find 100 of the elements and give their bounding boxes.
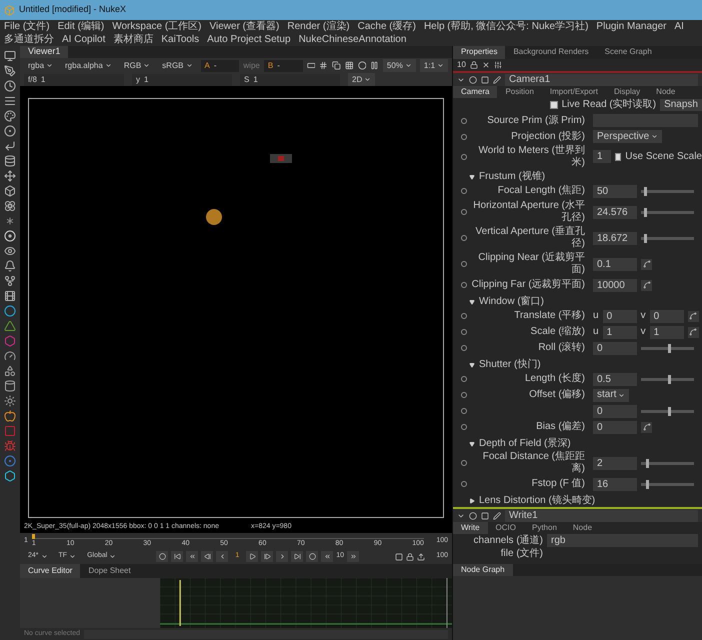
cylinder-icon[interactable] <box>4 380 16 392</box>
menu-item[interactable]: Edit (编辑) <box>58 20 104 33</box>
menu-item[interactable]: File (文件) <box>4 20 50 33</box>
bell-icon[interactable] <box>4 260 16 272</box>
curve-button[interactable] <box>641 280 652 291</box>
disclosure-icon[interactable] <box>469 498 475 504</box>
checkbox[interactable] <box>615 152 622 161</box>
sliders-icon[interactable] <box>494 61 502 70</box>
playback-button[interactable] <box>306 551 318 562</box>
copy-icon[interactable] <box>332 61 341 70</box>
node-name-field[interactable]: Camera1 <box>505 74 698 86</box>
tab[interactable]: Python <box>524 522 565 534</box>
tab[interactable]: Properties <box>453 46 506 59</box>
animation-menu-icon[interactable] <box>461 392 467 398</box>
dropdown[interactable]: 50% <box>382 59 416 72</box>
slider-thumb[interactable] <box>644 208 647 217</box>
node-name-field[interactable]: Write1 <box>505 510 698 522</box>
input-field[interactable]: A - <box>200 60 240 72</box>
disc-icon[interactable] <box>4 230 16 242</box>
input-field[interactable]: f/8 1 <box>24 74 124 86</box>
tab[interactable]: Import/Export <box>542 86 606 98</box>
slider-thumb[interactable] <box>668 406 670 416</box>
input-field[interactable]: 50 <box>593 184 637 198</box>
pen-icon[interactable] <box>493 512 501 520</box>
input-field[interactable]: 0.1 <box>593 258 637 271</box>
animation-menu-icon[interactable] <box>461 376 467 382</box>
disclosure-icon[interactable] <box>469 174 475 180</box>
tab[interactable]: Camera <box>453 86 498 98</box>
asterisk-icon[interactable] <box>4 215 16 227</box>
dropdown[interactable]: rgba.alpha <box>61 59 116 72</box>
input-field[interactable]: 0.5 <box>593 372 637 386</box>
tab[interactable]: Node <box>648 86 684 98</box>
animation-menu-icon[interactable] <box>461 329 467 336</box>
slider-thumb[interactable] <box>668 344 670 353</box>
disclosure-icon[interactable] <box>469 362 475 368</box>
playback-button[interactable] <box>171 551 184 562</box>
input-field[interactable]: B - <box>264 60 303 72</box>
input-field[interactable]: y 1 <box>132 74 232 86</box>
square-icon[interactable] <box>481 512 489 520</box>
animation-menu-icon[interactable] <box>461 460 467 466</box>
bug-icon[interactable] <box>4 440 16 452</box>
dropdown[interactable]: start <box>593 388 630 402</box>
circle-icon[interactable] <box>469 512 477 520</box>
tab[interactable]: Write <box>453 522 488 534</box>
playback-button[interactable] <box>347 551 360 562</box>
dropdown[interactable]: 2D <box>348 73 376 86</box>
input-field[interactable]: 1 <box>602 326 637 339</box>
upload-icon[interactable] <box>417 552 426 560</box>
menu-item[interactable]: Viewer (查看器) <box>210 20 280 33</box>
curve-button[interactable] <box>688 326 699 338</box>
snapshot-button[interactable]: Snapsh <box>660 99 702 112</box>
input-field[interactable]: 1 <box>593 150 612 164</box>
shapes-icon[interactable] <box>4 365 16 377</box>
input-field[interactable]: 24.576 <box>593 206 637 219</box>
animation-menu-icon[interactable] <box>461 282 467 288</box>
input-field[interactable]: 16 <box>593 478 637 491</box>
animation-menu-icon[interactable] <box>461 134 467 140</box>
circle-icon[interactable] <box>358 61 366 70</box>
tab[interactable]: Scene Graph <box>596 46 660 59</box>
slider-thumb[interactable] <box>646 480 650 489</box>
move-icon[interactable] <box>4 170 16 182</box>
slider-track[interactable] <box>641 210 694 214</box>
circle-icon[interactable] <box>469 76 477 84</box>
slider-track[interactable] <box>641 346 694 350</box>
palette-icon[interactable] <box>4 110 16 122</box>
corner-arrow-icon[interactable] <box>4 140 16 152</box>
menu-item[interactable]: Plugin Manager <box>596 20 666 33</box>
tab[interactable]: Node Graph <box>453 564 513 576</box>
slider-thumb[interactable] <box>646 458 650 468</box>
clock-icon[interactable] <box>4 80 16 92</box>
timeline-track[interactable] <box>32 534 424 539</box>
playback-button[interactable] <box>156 551 168 562</box>
input-field[interactable]: 0 <box>602 310 637 323</box>
animation-menu-icon[interactable] <box>461 424 467 430</box>
tab[interactable]: Background Renders <box>505 46 597 59</box>
playback-button[interactable] <box>261 551 274 562</box>
menu-item[interactable]: Cache (缓存) <box>358 20 416 33</box>
menu-item[interactable]: AI Copilot <box>62 33 106 46</box>
input-field[interactable]: 1 <box>650 326 684 339</box>
sun-icon[interactable] <box>4 395 16 407</box>
animation-menu-icon[interactable] <box>461 345 467 352</box>
circle-icon[interactable] <box>4 125 16 137</box>
grid-icon[interactable] <box>319 61 328 70</box>
input-field[interactable]: S 1 <box>240 74 340 86</box>
menu-item[interactable]: 素材商店 <box>113 33 154 46</box>
animation-menu-icon[interactable] <box>461 481 467 488</box>
lock-icon[interactable] <box>406 552 414 560</box>
input-field[interactable]: 10000 <box>593 278 637 292</box>
input-field[interactable]: 0 <box>593 342 637 355</box>
dropdown[interactable]: Perspective <box>593 130 662 144</box>
slider-thumb[interactable] <box>644 234 647 243</box>
flower-icon[interactable] <box>4 200 16 212</box>
playback-button[interactable] <box>216 551 228 562</box>
playback-button[interactable] <box>201 551 214 562</box>
lines-icon[interactable] <box>4 95 16 107</box>
animation-menu-icon[interactable] <box>461 408 467 414</box>
animation-menu-icon[interactable] <box>461 154 467 160</box>
slider-track[interactable] <box>641 236 694 240</box>
expression-field[interactable] <box>84 630 448 638</box>
ring-icon[interactable] <box>4 305 16 317</box>
